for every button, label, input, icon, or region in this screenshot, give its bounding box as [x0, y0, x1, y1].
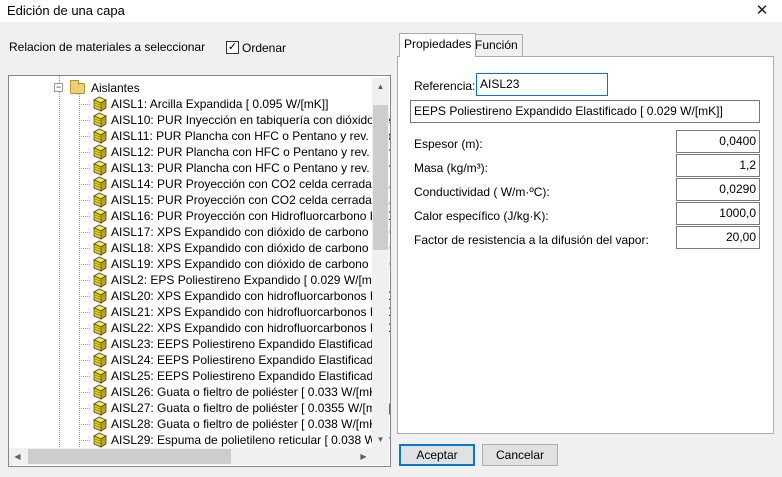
checkbox-check-icon[interactable]: ✓: [226, 41, 239, 54]
cube-icon: [91, 304, 107, 320]
masa-label: Masa (kg/m³):: [414, 161, 489, 175]
factor-difusion-label: Factor de resistencia a la difusión del …: [414, 233, 649, 247]
title-bar: Edición de una capa ✕: [0, 0, 782, 22]
tab-funcion[interactable]: Función: [470, 34, 523, 56]
cube-icon: [91, 416, 107, 432]
cube-icon: [91, 368, 107, 384]
tree-horizontal-scrollbar[interactable]: ◀ ▶: [9, 448, 372, 465]
calor-especifico-label: Calor específico (J/kg·K):: [414, 209, 549, 223]
tree-item-label[interactable]: AISL13: PUR Plancha con HFC o Pentano y …: [111, 160, 390, 176]
calor-especifico-input[interactable]: 1000,0: [676, 202, 760, 225]
cube-icon: [91, 336, 107, 352]
scroll-left-icon[interactable]: ◀: [9, 448, 26, 465]
cube-icon: [91, 352, 107, 368]
cube-icon: [91, 288, 107, 304]
espesor-label: Espesor (m):: [414, 137, 483, 151]
scroll-corner: [372, 448, 389, 465]
cube-icon: [91, 208, 107, 224]
tree-item-label[interactable]: AISL22: XPS Expandido con hidrofluorcarb…: [111, 320, 390, 336]
tree-vertical-scrollbar[interactable]: ▲ ▼: [372, 78, 389, 448]
tree-item-label[interactable]: AISL25: EEPS Poliestireno Expandido Elas…: [111, 368, 390, 384]
scroll-right-icon[interactable]: ▶: [355, 448, 372, 465]
close-icon[interactable]: ✕: [742, 0, 782, 22]
cube-icon: [91, 176, 107, 192]
cube-icon: [91, 256, 107, 272]
masa-input[interactable]: 1,2: [676, 154, 760, 177]
espesor-input[interactable]: 0,0400: [676, 130, 760, 153]
tree-item-label[interactable]: AISL29: Espuma de polietileno reticular …: [111, 432, 390, 448]
cube-icon: [91, 224, 107, 240]
tree-item-label[interactable]: AISL17: XPS Expandido con dióxido de car…: [111, 224, 390, 240]
order-checkbox-label[interactable]: Ordenar: [242, 41, 286, 55]
properties-panel: Referencia: AISL23 EEPS Poliestireno Exp…: [397, 56, 774, 434]
tree-item-label[interactable]: AISL19: XPS Expandido con dióxido de car…: [111, 256, 390, 272]
tree-item-label[interactable]: AISL18: XPS Expandido con dióxido de car…: [111, 240, 390, 256]
factor-difusion-input[interactable]: 20,00: [676, 226, 760, 249]
scroll-down-icon[interactable]: ▼: [372, 431, 389, 448]
cube-icon: [91, 192, 107, 208]
tree-item-label[interactable]: AISL11: PUR Plancha con HFC o Pentano y …: [111, 128, 390, 144]
cube-icon: [91, 112, 107, 128]
reference-input[interactable]: AISL23: [476, 73, 608, 96]
reference-label: Referencia:: [414, 79, 476, 93]
window-title: Edición de una capa: [7, 3, 125, 18]
conductividad-input[interactable]: 0,0290: [676, 178, 760, 201]
folder-icon: [70, 80, 85, 94]
collapse-icon[interactable]: −: [54, 83, 63, 92]
accept-button[interactable]: Aceptar: [399, 444, 475, 466]
tab-propiedades[interactable]: Propiedades: [399, 33, 477, 57]
tree-item-label[interactable]: AISL24: EEPS Poliestireno Expandido Elas…: [111, 352, 390, 368]
cancel-button[interactable]: Cancelar: [482, 444, 558, 466]
tree-item-label[interactable]: AISL2: EPS Poliestireno Expandido [ 0.02…: [111, 272, 386, 288]
cube-icon: [91, 384, 107, 400]
cube-icon: [91, 240, 107, 256]
tree-item-label[interactable]: AISL21: XPS Expandido con hidrofluorcarb…: [111, 304, 390, 320]
tree-folder-label[interactable]: Aislantes: [91, 80, 140, 96]
tree-item-label[interactable]: AISL14: PUR Proyección con CO2 celda cer…: [111, 176, 390, 192]
cube-icon: [91, 96, 107, 112]
materials-label: Relacion de materiales a seleccionar: [9, 40, 206, 54]
horizontal-scroll-thumb[interactable]: [28, 449, 231, 464]
cube-icon: [91, 128, 107, 144]
tree-item-label[interactable]: AISL20: XPS Expandido con hidrofluorcarb…: [111, 288, 390, 304]
cube-icon: [91, 144, 107, 160]
vertical-scroll-thumb[interactable]: [373, 105, 388, 250]
tree-item-label[interactable]: AISL12: PUR Plancha con HFC o Pentano y …: [111, 144, 390, 160]
cube-icon: [91, 400, 107, 416]
cube-icon: [91, 160, 107, 176]
tree-item-label[interactable]: AISL23: EEPS Poliestireno Expandido Elas…: [111, 336, 390, 352]
cube-icon: [91, 272, 107, 288]
tree-item-label[interactable]: AISL16: PUR Proyección con Hidrofluorcar…: [111, 208, 390, 224]
tree-item-label[interactable]: AISL26: Guata o fieltro de poliéster [ 0…: [111, 384, 384, 400]
tree-item-label[interactable]: AISL10: PUR Inyección en tabiquería con …: [111, 112, 390, 128]
tree-item-label[interactable]: AISL15: PUR Proyección con CO2 celda cer…: [111, 192, 390, 208]
tree-item-label[interactable]: AISL28: Guata o fieltro de poliéster [ 0…: [111, 416, 384, 432]
scroll-up-icon[interactable]: ▲: [372, 78, 389, 95]
tree-item-label[interactable]: AISL1: Arcilla Expandida [ 0.095 W/[mK]]: [111, 96, 328, 112]
cube-icon: [91, 320, 107, 336]
materials-tree[interactable]: − Aislantes AISL1: Arcilla Expandida [ 0…: [8, 75, 391, 467]
tree-item-label[interactable]: AISL27: Guata o fieltro de poliéster [ 0…: [111, 400, 390, 416]
description-field[interactable]: EEPS Poliestireno Expandido Elastificado…: [410, 100, 760, 123]
conductividad-label: Conductividad ( W/m·ºC):: [414, 185, 550, 199]
cube-icon: [91, 432, 107, 448]
